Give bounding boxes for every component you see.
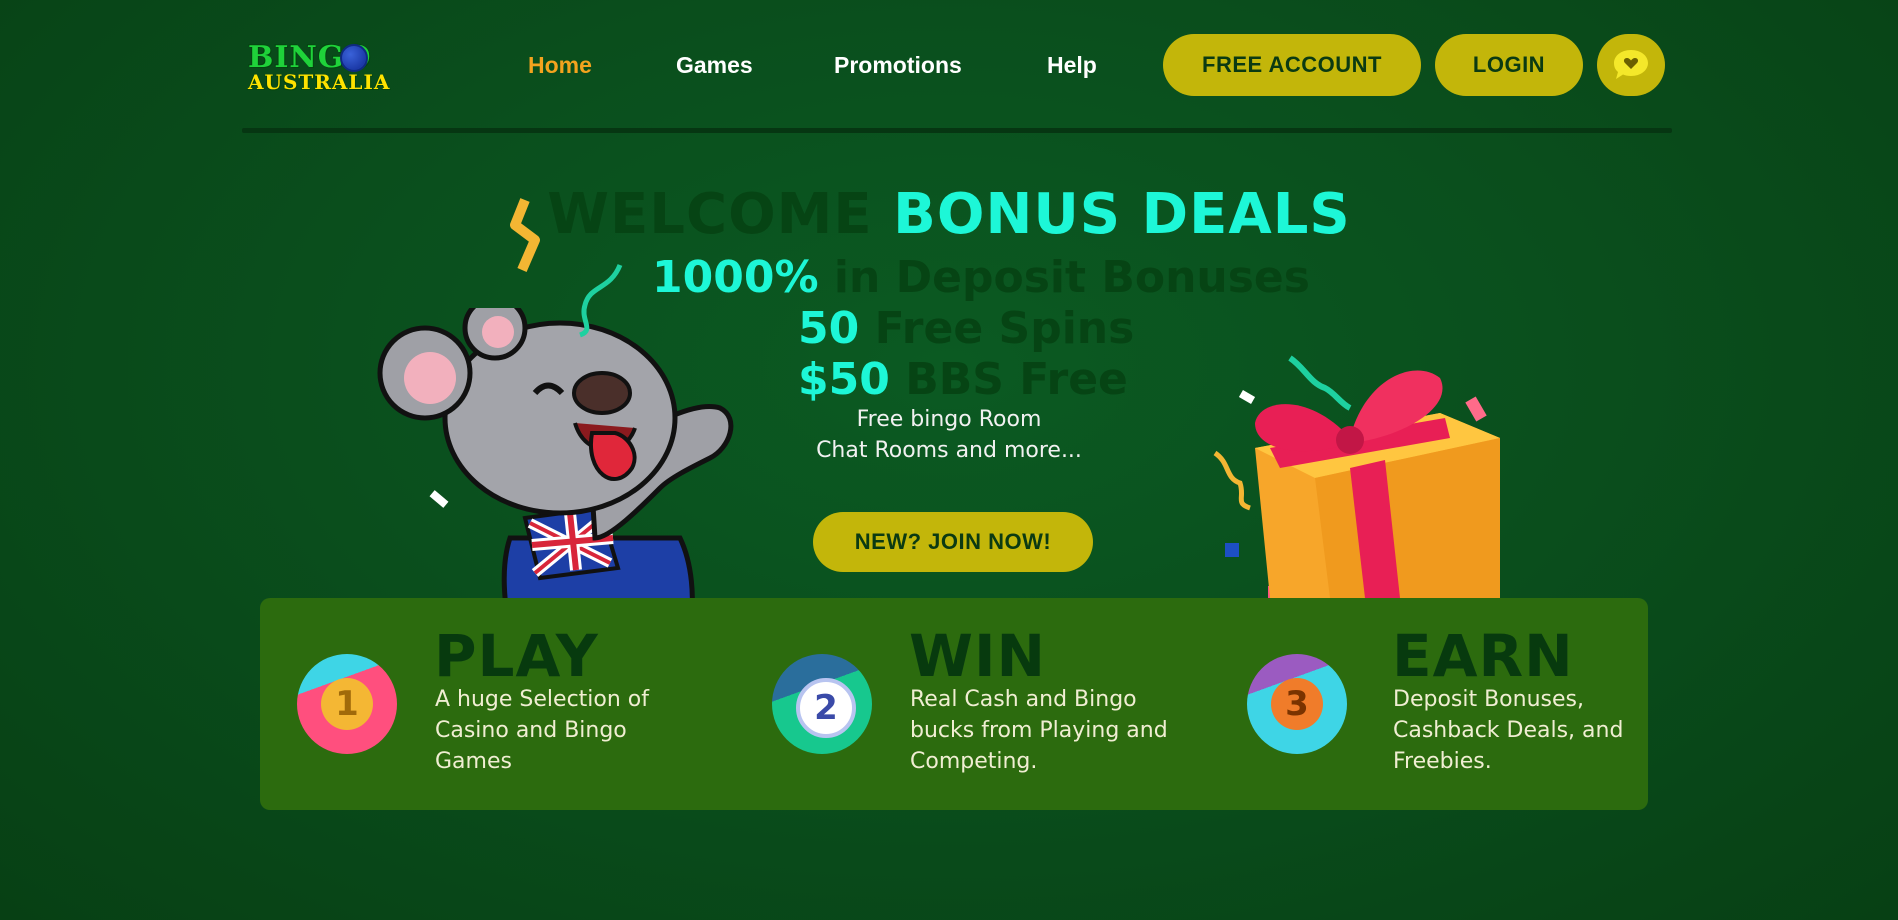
deal-free-spins: 50 Free Spins (798, 303, 1135, 354)
deal-deposit-bonus: 1000% in Deposit Bonuses (652, 252, 1310, 303)
feature-earn: 3 EARN Deposit Bonuses, Cashback Deals, … (1210, 598, 1650, 810)
join-now-button[interactable]: NEW? JOIN NOW! (813, 512, 1093, 572)
hero-title: WELCOME BONUS DEALS (547, 182, 1351, 247)
step-2-badge-icon: 2 (772, 654, 872, 754)
gift-box-illustration (1213, 355, 1500, 598)
hero-extra-line-2: Chat Rooms and more... (816, 438, 1082, 463)
step-3-badge-icon: 3 (1247, 654, 1347, 754)
nav-home[interactable]: Home (528, 52, 592, 79)
nav-promotions[interactable]: Promotions (834, 52, 962, 79)
features-panel: 1 PLAY A huge Selection of Casino and Bi… (260, 598, 1648, 810)
top-navigation-bar: BINGO AUSTRALIA Home Games Promotions He… (242, 18, 1672, 130)
australia-flag-icon (340, 44, 368, 72)
header-divider (242, 128, 1672, 133)
login-button[interactable]: LOGIN (1435, 34, 1583, 96)
nav-help[interactable]: Help (1047, 52, 1097, 79)
chat-button[interactable] (1597, 34, 1665, 96)
feature-win: 2 WIN Real Cash and Bingo bucks from Pla… (735, 598, 1175, 810)
chat-heart-icon (1614, 50, 1648, 79)
bingo-australia-logo[interactable]: BINGO AUSTRALIA (246, 40, 389, 102)
free-account-button[interactable]: FREE ACCOUNT (1163, 34, 1421, 96)
deal-bbs-free: $50 BBS Free (798, 354, 1128, 405)
nav-games[interactable]: Games (676, 52, 753, 79)
step-1-badge-icon: 1 (297, 654, 397, 754)
feature-play: 1 PLAY A huge Selection of Casino and Bi… (260, 598, 700, 810)
hero-extra-line-1: Free bingo Room (856, 407, 1042, 432)
